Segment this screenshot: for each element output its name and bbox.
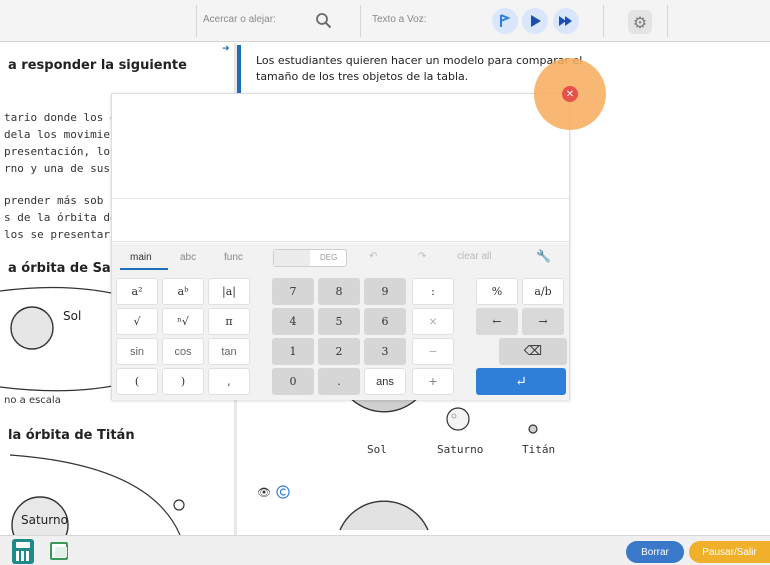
key-3[interactable]: 3 [364, 338, 406, 365]
saturno-label: Saturno [21, 513, 68, 527]
pausar-salir-button[interactable]: Pausar/Salir [689, 541, 770, 563]
tts-label: Texto a Voz: [372, 14, 427, 25]
close-icon: ✕ [565, 88, 575, 100]
key-cos[interactable]: cos [162, 338, 204, 365]
key-left-arrow[interactable]: ← [476, 308, 518, 335]
key-percent[interactable]: % [476, 278, 518, 305]
enter-icon: ↵ [515, 373, 527, 390]
object-label-titan: Titán [522, 443, 556, 456]
notepad-icon[interactable] [50, 542, 68, 560]
key-9[interactable]: 9 [364, 278, 406, 305]
object-label-sol: Sol [367, 443, 387, 456]
tts-play-button[interactable] [522, 8, 548, 34]
zoom-button[interactable] [311, 8, 337, 34]
calculator-icon[interactable] [12, 539, 34, 564]
redo-icon[interactable]: ↷ [418, 251, 426, 262]
passage-line: dela los movimie [4, 128, 110, 141]
key-minus[interactable]: − [412, 338, 454, 365]
sol-label: Sol [63, 309, 82, 323]
key-nth-root[interactable]: ⁿ√ [162, 308, 204, 335]
gear-icon: ⚙ [632, 12, 648, 32]
wrench-icon[interactable]: 🔧 [536, 249, 551, 263]
key-decimal[interactable]: . [318, 368, 360, 395]
magnifier-icon [316, 13, 332, 29]
close-calculator-button[interactable]: ✕ [562, 86, 578, 102]
sun-drawing-2 [339, 500, 429, 531]
scale-note: no a escala [4, 395, 61, 406]
passage-line: presentación, los [4, 145, 117, 158]
key-left-paren[interactable]: ( [116, 368, 158, 395]
key-square[interactable]: a² [116, 278, 158, 305]
borrar-button[interactable]: Borrar [626, 541, 684, 563]
undo-icon[interactable]: ↶ [369, 251, 377, 262]
tts-forward-button[interactable] [553, 8, 579, 34]
key-colon[interactable]: : [412, 278, 454, 305]
passage-heading: a responder la siguiente [8, 58, 187, 73]
passage-line: rno y una de sus [4, 162, 110, 175]
key-power[interactable]: aᵇ [162, 278, 204, 305]
key-right-paren[interactable]: ) [162, 368, 204, 395]
deg-label: DEG [320, 253, 338, 262]
toolbar-separator [196, 5, 197, 37]
toolbar-separator [667, 5, 668, 37]
zoom-label: Acercar o alejar: [203, 14, 276, 25]
fast-forward-icon [559, 16, 572, 26]
passage-line: los se presentar [4, 228, 110, 241]
toolbar-separator [603, 5, 604, 37]
key-0[interactable]: 0 [272, 368, 314, 395]
toolbar-separator [360, 5, 361, 37]
key-pi[interactable]: π [208, 308, 250, 335]
key-ans[interactable]: ans [364, 368, 406, 395]
key-1[interactable]: 1 [272, 338, 314, 365]
passage-line: prender más sob [4, 194, 104, 207]
calculator-expression-area[interactable] [112, 94, 569, 199]
copyright-icon[interactable] [275, 484, 291, 500]
calculator-keypad: main abc func DEG ↶ ↷ clear all 🔧 a² aᵇ … [112, 243, 569, 400]
saturn-drawing [446, 407, 470, 431]
eye-icon[interactable]: 👁 [257, 486, 271, 499]
key-4[interactable]: 4 [272, 308, 314, 335]
clear-all-button[interactable]: clear all [457, 251, 491, 262]
bottom-bar: Borrar Pausar/Salir [0, 535, 770, 565]
key-right-arrow[interactable]: → [522, 308, 564, 335]
question-marker [237, 45, 241, 93]
key-fraction[interactable]: a/b [522, 278, 564, 305]
tts-select-button[interactable] [492, 8, 518, 34]
play-icon [531, 15, 541, 27]
backspace-icon: ⌫ [523, 344, 543, 359]
calculator-panel: main abc func DEG ↶ ↷ clear all 🔧 a² aᵇ … [111, 93, 570, 400]
key-5[interactable]: 5 [318, 308, 360, 335]
key-sin[interactable]: sin [116, 338, 158, 365]
key-plus[interactable]: + [412, 368, 454, 395]
tab-func[interactable]: func [224, 252, 243, 263]
key-abs[interactable]: |a| [208, 278, 250, 305]
rad-segment [274, 250, 310, 266]
key-tan[interactable]: tan [208, 338, 250, 365]
key-8[interactable]: 8 [318, 278, 360, 305]
key-comma[interactable]: , [208, 368, 250, 395]
key-enter[interactable]: ↵ [476, 368, 566, 395]
pointer-speech-icon [500, 14, 511, 27]
tab-abc[interactable]: abc [180, 252, 196, 263]
orbit-titan-heading: la órbita de Titán [8, 428, 135, 443]
key-7[interactable]: 7 [272, 278, 314, 305]
calculator-result-area [112, 200, 569, 242]
object-label-saturno: Saturno [437, 443, 484, 456]
settings-button[interactable]: ⚙ [628, 10, 652, 34]
key-2[interactable]: 2 [318, 338, 360, 365]
passage-line: s de la órbita de [4, 211, 117, 224]
orbit-saturn-heading: a órbita de Sa [8, 261, 111, 276]
top-toolbar: Acercar o alejar: Texto a Voz: ⚙ [0, 0, 770, 42]
key-6[interactable]: 6 [364, 308, 406, 335]
key-times[interactable]: × [412, 308, 454, 335]
passage-line: tario donde los e [4, 111, 117, 124]
titan-drawing [528, 424, 538, 434]
key-backspace[interactable]: ⌫ [499, 338, 567, 365]
rad-deg-toggle[interactable]: DEG [273, 249, 347, 267]
tab-main[interactable]: main [130, 252, 152, 263]
expand-arrow-icon[interactable]: ➜ [222, 44, 230, 54]
active-tab-underline [120, 268, 168, 270]
key-sqrt[interactable]: √ [116, 308, 158, 335]
